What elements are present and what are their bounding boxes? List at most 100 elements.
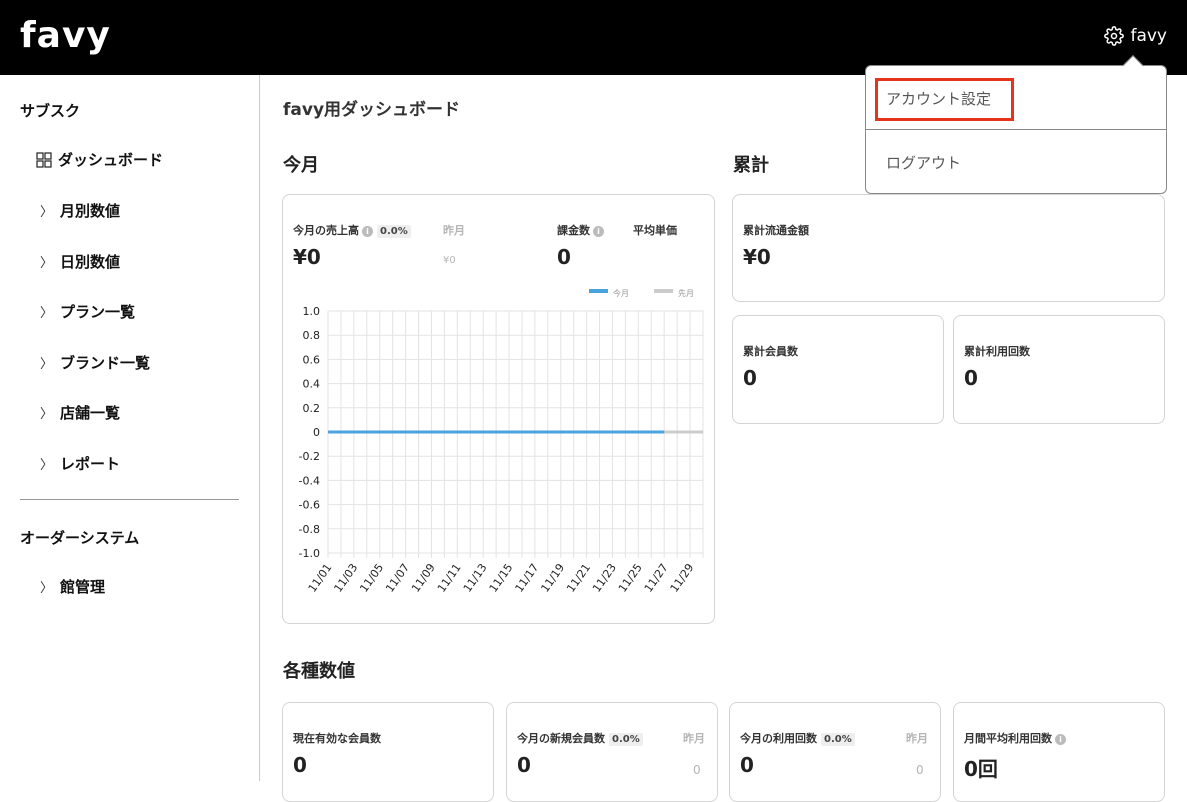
x-tick-label: 11/29 — [668, 561, 697, 594]
metric-prev-value: 0 — [916, 763, 924, 777]
cumulative-usage-card: 累計利用回数 0 — [953, 315, 1165, 424]
sidebar-item-label: ブランド一覧 — [60, 354, 151, 372]
metric-value: 0回 — [964, 757, 998, 781]
chevron-right-icon: 〉 — [40, 256, 54, 271]
x-tick-label: 11/15 — [487, 561, 516, 594]
metric-label: 現在有効な会員数 — [293, 732, 381, 745]
sidebar-item-building[interactable]: 〉 館管理 — [40, 576, 105, 597]
sidebar-item-stores[interactable]: 〉 店舗一覧 — [40, 402, 120, 423]
top-bar: favy favy — [0, 0, 1187, 75]
prev-month-label: 昨月 — [906, 732, 928, 745]
info-icon[interactable]: i — [1055, 733, 1066, 745]
metric-label-text: 今月の利用回数 — [740, 732, 817, 745]
account-dropdown-menu: アカウント設定 ログアウト — [865, 55, 1167, 194]
chevron-right-icon: 〉 — [40, 357, 54, 372]
y-tick-label: 1.0 — [303, 305, 321, 318]
y-tick-label: 0.4 — [303, 378, 321, 391]
members-value: 0 — [743, 366, 757, 390]
cumulative-gmv-card: 累計流通金額 ¥0 — [732, 194, 1165, 302]
cumulative-members-card: 累計会員数 0 — [732, 315, 944, 424]
sidebar-section-subscription: サブスク — [20, 102, 81, 120]
sidebar-item-brands[interactable]: 〉 ブランド一覧 — [40, 352, 150, 373]
section-title-cumulative: 累計 — [733, 155, 769, 176]
y-tick-label: 0 — [313, 426, 320, 439]
x-tick-label: 11/21 — [564, 561, 593, 594]
metric-card-active-members: 現在有効な会員数 0 — [282, 702, 494, 802]
sidebar-item-label: レポート — [60, 455, 121, 473]
sidebar-item-label: ダッシュボード — [58, 151, 164, 169]
gmv-value: ¥0 — [743, 245, 771, 269]
y-tick-label: 0.6 — [303, 353, 321, 366]
line-chart: 1.00.80.60.40.20-0.2-0.4-0.6-0.8-1.011/0… — [299, 288, 704, 595]
account-settings-menu-item[interactable]: アカウント設定 — [886, 88, 991, 109]
y-tick-label: -0.4 — [299, 474, 320, 487]
y-tick-label: 0.2 — [303, 402, 321, 415]
x-tick-label: 11/09 — [409, 561, 438, 594]
x-tick-label: 11/23 — [590, 561, 619, 594]
sidebar-item-plans[interactable]: 〉 プラン一覧 — [40, 301, 135, 322]
user-name: favy — [1130, 26, 1167, 46]
usage-label: 累計利用回数 — [964, 345, 1030, 358]
x-tick-label: 11/17 — [513, 561, 542, 594]
y-tick-label: -0.8 — [299, 523, 320, 536]
metric-prev-value: 0 — [693, 763, 701, 777]
x-tick-label: 11/11 — [435, 561, 464, 594]
legend-label-current: 今月 — [613, 288, 629, 298]
y-tick-label: -0.6 — [299, 499, 320, 512]
gmv-label: 累計流通金額 — [743, 224, 809, 237]
y-tick-label: -0.2 — [299, 450, 320, 463]
chevron-right-icon: 〉 — [40, 581, 54, 596]
metric-card-usage-count: 今月の利用回数 0.0% 昨月 0 0 — [729, 702, 941, 802]
sidebar-section-order-system: オーダーシステム — [20, 529, 140, 547]
sidebar-item-label: 館管理 — [60, 578, 106, 596]
x-tick-label: 11/19 — [538, 561, 567, 594]
x-tick-label: 11/05 — [357, 561, 386, 594]
sidebar-item-label: プラン一覧 — [60, 303, 136, 321]
metric-label: 今月の利用回数 0.0% — [740, 730, 855, 746]
sidebar-item-dashboard[interactable]: ダッシュボード — [36, 149, 163, 170]
x-tick-label: 11/03 — [331, 561, 360, 594]
x-tick-label: 11/01 — [306, 561, 335, 594]
sidebar-item-daily[interactable]: 〉 日別数値 — [40, 251, 120, 272]
metric-value: 0 — [293, 753, 307, 777]
metric-pct-badge: 0.0% — [609, 732, 643, 746]
metric-card-avg-usage: 月間平均利用回数 i 0回 — [953, 702, 1165, 802]
x-tick-label: 11/25 — [616, 561, 645, 594]
sidebar-item-monthly[interactable]: 〉 月別数値 — [40, 200, 120, 221]
prev-month-label: 昨月 — [683, 732, 705, 745]
metric-pct-badge: 0.0% — [821, 732, 855, 746]
metric-label: 月間平均利用回数 i — [964, 730, 1066, 746]
legend-swatch-current — [589, 289, 608, 293]
sidebar-item-report[interactable]: 〉 レポート — [40, 453, 120, 474]
favy-logo[interactable]: favy — [20, 14, 111, 58]
x-tick-label: 11/07 — [383, 561, 412, 594]
metric-value: 0 — [740, 753, 754, 777]
metric-value: 0 — [517, 753, 531, 777]
x-tick-label: 11/27 — [642, 561, 671, 594]
sidebar-item-label: 月別数値 — [60, 202, 121, 220]
gear-icon — [1104, 26, 1125, 46]
sidebar: サブスク ダッシュボード 〉 月別数値 〉 日別数値 〉 プラン一覧 〉 ブラン… — [0, 75, 260, 781]
dropdown-divider — [866, 129, 1166, 130]
sidebar-divider — [20, 499, 239, 500]
user-menu-button[interactable]: favy — [1104, 26, 1167, 46]
metric-label-text: 今月の新規会員数 — [517, 732, 605, 745]
y-tick-label: -1.0 — [299, 547, 320, 560]
metric-label: 今月の新規会員数 0.0% — [517, 730, 643, 746]
sidebar-item-label: 日別数値 — [60, 253, 121, 271]
metric-label-text: 月間平均利用回数 — [964, 732, 1052, 745]
sidebar-item-label: 店舗一覧 — [60, 404, 121, 422]
section-title-this-month: 今月 — [283, 155, 319, 176]
chevron-right-icon: 〉 — [40, 458, 54, 473]
logout-menu-item[interactable]: ログアウト — [886, 152, 961, 173]
section-title-metrics: 各種数値 — [283, 661, 355, 682]
members-label: 累計会員数 — [743, 345, 798, 358]
this-month-card: 今月の売上高 i 0.0% 昨月 ¥0 ¥0 課金数 i 0 平均単価 1.0 0.8 0… — [282, 194, 715, 624]
y-tick-label: 0.8 — [303, 329, 321, 342]
chevron-right-icon: 〉 — [40, 407, 54, 422]
metric-card-new-members: 今月の新規会員数 0.0% 昨月 0 0 — [506, 702, 718, 802]
x-tick-label: 11/13 — [461, 561, 490, 594]
chevron-right-icon: 〉 — [40, 306, 54, 321]
chevron-right-icon: 〉 — [40, 205, 54, 220]
legend-label-previous: 先月 — [678, 288, 694, 298]
